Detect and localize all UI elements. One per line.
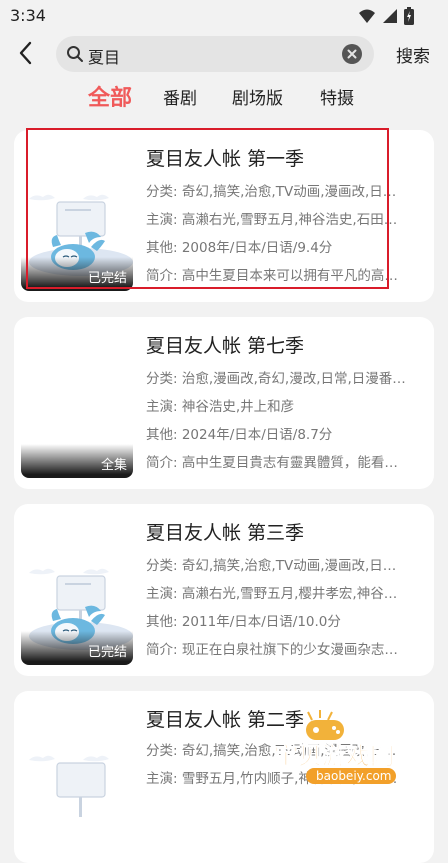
selection-highlight <box>26 128 389 289</box>
mascot-illustration <box>21 708 133 852</box>
status-icons <box>358 7 414 25</box>
result-other: 其他: 2024年/日本/日语/8.7分 <box>146 427 333 443</box>
result-intro: 简介: 现正在白泉社旗下的少女漫画杂志… <box>146 642 398 658</box>
battery-icon <box>404 7 414 25</box>
svg-text:baobeiy.com: baobeiy.com <box>316 769 391 783</box>
result-cast: 主演: 高濑右光,雪野五月,樱井孝宏,神谷… <box>146 586 398 602</box>
tab-movie[interactable]: 剧场版 <box>232 84 283 109</box>
result-title: 夏目友人帐 第七季 <box>146 335 305 357</box>
status-badge: 全集 <box>100 458 127 473</box>
search-button[interactable]: 搜索 <box>396 42 430 67</box>
result-category: 分类: 治愈,漫画改,奇幻,漫改,日常,日漫番… <box>146 371 406 387</box>
search-input[interactable]: 夏目 <box>56 36 374 72</box>
result-intro: 简介: 高中生夏目貴志有靈異體質，能看… <box>146 455 398 471</box>
tab-tokusatsu[interactable]: 特摄 <box>320 84 354 109</box>
back-button[interactable] <box>14 40 40 66</box>
search-query: 夏目 <box>88 48 121 67</box>
result-card[interactable]: 已完结 夏目友人帐 第三季 分类: 奇幻,搞笑,治愈,TV动画,漫画改,日… 主… <box>14 504 434 676</box>
poster-image: 已完结 <box>21 521 133 665</box>
result-other: 其他: 2011年/日本/日语/10.0分 <box>146 614 341 630</box>
svg-text:宝贝游戏网: 宝贝游戏网 <box>274 742 394 770</box>
search-icon <box>67 46 83 62</box>
watermark-logo: 宝贝游戏网 baobeiy.com <box>268 706 428 786</box>
result-cast: 主演: 神谷浩史,井上和彦 <box>146 399 295 415</box>
tab-series[interactable]: 番剧 <box>163 84 197 109</box>
result-category: 分类: 奇幻,搞笑,治愈,TV动画,漫画改,日… <box>146 558 397 574</box>
search-header: 夏目 搜索 <box>0 32 448 74</box>
result-title: 夏目友人帐 第三季 <box>146 522 305 544</box>
category-tabs: 全部 番剧 剧场版 特摄 <box>0 78 448 118</box>
poster-image <box>21 708 133 852</box>
clear-icon[interactable] <box>342 44 362 64</box>
status-bar: 3:34 <box>0 0 448 32</box>
status-badge: 已完结 <box>87 645 127 660</box>
signal-icon <box>383 9 397 23</box>
wifi-icon <box>359 9 375 23</box>
tab-all[interactable]: 全部 <box>88 80 132 112</box>
gamepad-icon: 宝贝游戏网 baobeiy.com <box>274 710 396 784</box>
status-time: 3:34 <box>10 6 46 25</box>
result-card[interactable]: 全集 夏目友人帐 第七季 分类: 治愈,漫画改,奇幻,漫改,日常,日漫番… 主演… <box>14 317 434 489</box>
poster-image: 全集 <box>21 334 133 478</box>
